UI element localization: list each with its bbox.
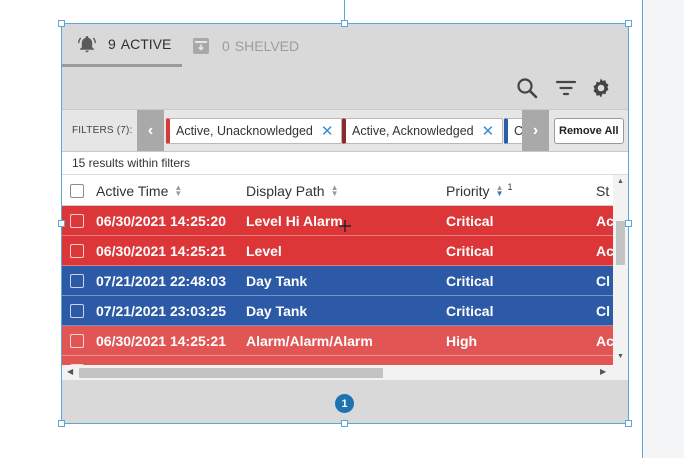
resize-handle[interactable]	[625, 220, 632, 227]
resize-handle[interactable]	[625, 20, 632, 27]
resize-handle[interactable]	[625, 420, 632, 427]
resize-handle[interactable]	[341, 20, 348, 27]
resize-handle[interactable]	[58, 220, 65, 227]
designer-side-panel	[642, 0, 684, 458]
selection-frame	[61, 23, 629, 424]
designer-canvas: 9 ACTIVE 0 SHELVED FILTERS (7): ‹ Active…	[0, 0, 684, 458]
resize-handle[interactable]	[58, 420, 65, 427]
resize-handle[interactable]	[341, 420, 348, 427]
resize-handle[interactable]	[58, 20, 65, 27]
